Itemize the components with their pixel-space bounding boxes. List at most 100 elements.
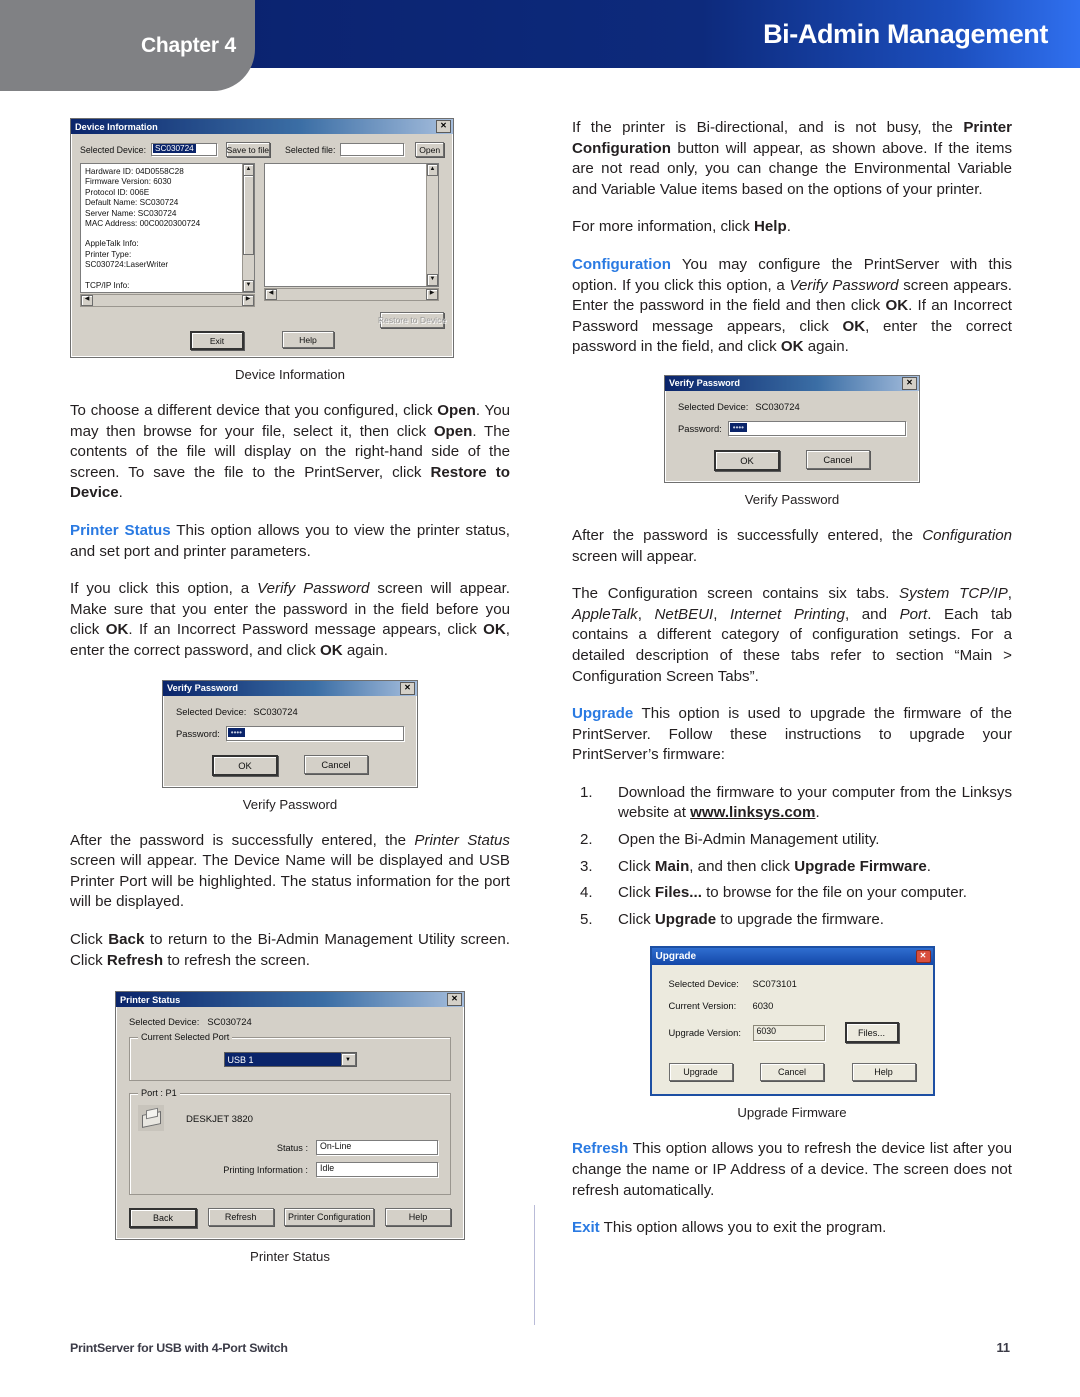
text-run: again.: [803, 338, 849, 356]
text-run: .: [786, 218, 791, 236]
scroll-down-icon[interactable]: ▼: [427, 274, 438, 286]
horizontal-scrollbar[interactable]: ◀ ▶: [80, 294, 255, 307]
help-button[interactable]: Help: [282, 331, 334, 348]
current-selected-port-group: Current Selected Port USB 1 ▼: [129, 1032, 451, 1082]
restore-to-device-button[interactable]: Restore to Device: [378, 312, 446, 328]
text-run: This option allows you to exit the progr…: [599, 1219, 887, 1237]
horizontal-scrollbar-right[interactable]: ◀ ▶: [264, 288, 439, 301]
selected-file-field[interactable]: [340, 143, 405, 156]
scroll-right-icon[interactable]: ▶: [242, 295, 254, 306]
scroll-thumb[interactable]: [243, 175, 254, 255]
printing-information-field: Idle: [316, 1162, 438, 1178]
scroll-up-icon[interactable]: ▲: [427, 164, 438, 176]
dialog-titlebar: Verify Password ✕: [163, 680, 417, 696]
verify-password-dialog-right[interactable]: Verify Password ✕ Selected Device: SC030…: [664, 374, 920, 483]
close-icon[interactable]: ✕: [915, 950, 931, 964]
verify-password-dialog-left[interactable]: Verify Password ✕ Selected Device: SC030…: [162, 679, 418, 788]
text-run: This option is used to upgrade the firmw…: [572, 705, 1012, 764]
linksys-website-link[interactable]: www.linksys.com: [690, 804, 815, 821]
files-button[interactable]: Files...: [844, 1022, 899, 1044]
footer-product-name: PrintServer for USB with 4-Port Switch: [70, 1341, 288, 1355]
save-to-file-button[interactable]: Save to file: [225, 142, 271, 157]
accent-term: Exit: [572, 1219, 600, 1237]
text-run-italic: System TCP/IP: [899, 585, 1008, 603]
text-run: .: [118, 484, 123, 502]
device-information-dialog[interactable]: Device Information ✕ Selected Device: SC…: [70, 118, 454, 358]
help-button[interactable]: Help: [384, 1208, 451, 1227]
scroll-down-icon[interactable]: ▼: [243, 280, 254, 292]
current-version-label: Current Version:: [668, 1000, 737, 1012]
info-line: Protocol ID: 006E: [85, 187, 150, 197]
text-run: Click: [618, 910, 655, 928]
printer-status-dialog[interactable]: Printer Status ✕ Selected Device: SC0307…: [115, 991, 465, 1241]
text-run: ,: [713, 605, 731, 623]
close-icon[interactable]: ✕: [447, 993, 462, 1007]
password-label: Password:: [176, 727, 220, 739]
column-divider: [534, 1205, 535, 1325]
refresh-button[interactable]: Refresh: [207, 1208, 274, 1227]
accent-term: Refresh: [572, 1140, 629, 1158]
password-field[interactable]: ••••: [727, 420, 906, 436]
device-info-listpane[interactable]: Hardware ID: 04D0558C28 Firmware Version…: [80, 163, 255, 293]
text-run-bold: Upgrade Firmware: [794, 857, 927, 875]
caption-verify-password-right: Verify Password: [744, 491, 840, 507]
close-icon[interactable]: ✕: [902, 376, 917, 390]
list-item: Open the Bi-Admin Management utility.: [572, 830, 1012, 851]
scroll-left-icon[interactable]: ◀: [265, 289, 277, 300]
close-icon[interactable]: ✕: [400, 681, 415, 695]
info-line: Printer Type:: [85, 249, 132, 259]
upgrade-dialog[interactable]: Upgrade ✕ Selected Device: SC073101 Curr…: [649, 946, 935, 1097]
scroll-right-icon[interactable]: ▶: [426, 289, 438, 300]
header-bar: Bi-Admin Management: [240, 0, 1080, 68]
vertical-scrollbar[interactable]: ▲ ▼: [242, 164, 254, 292]
upgrade-version-label: Upgrade Version:: [668, 1027, 741, 1039]
paragraph-open: To choose a different device that you co…: [70, 401, 510, 504]
ok-button[interactable]: OK: [714, 449, 780, 471]
exit-button[interactable]: Exit: [190, 331, 244, 350]
paragraph-exit: Exit This option allows you to exit the …: [572, 1218, 1012, 1239]
printer-configuration-button[interactable]: Printer Configuration: [284, 1208, 375, 1227]
selected-device-label: Selected Device:: [668, 978, 739, 990]
selected-file-listpane[interactable]: ▲ ▼: [264, 163, 439, 287]
vertical-scrollbar-right[interactable]: ▲ ▼: [426, 164, 438, 286]
current-version-value: 6030: [752, 1000, 774, 1012]
back-button[interactable]: Back: [129, 1208, 197, 1229]
chevron-down-icon[interactable]: ▼: [340, 1053, 356, 1067]
text-run: ,: [637, 605, 655, 623]
status-value: On-Line: [320, 1141, 352, 1152]
text-run: If the printer is Bi-directional, and is…: [572, 119, 964, 136]
upgrade-button[interactable]: Upgrade: [668, 1063, 733, 1082]
text-run-bold: Help: [754, 218, 787, 236]
selected-device-label: Selected Device:: [80, 144, 147, 155]
ok-button[interactable]: OK: [212, 754, 278, 776]
footer-page-number: 11: [996, 1340, 1010, 1355]
port-combo[interactable]: USB 1 ▼: [223, 1052, 357, 1068]
paragraph-after-password-right: After the password is successfully enter…: [572, 526, 1012, 567]
paragraph-help: For more information, click Help.: [572, 217, 1012, 238]
cancel-button[interactable]: Cancel: [806, 449, 870, 469]
text-run: To choose a different device that you co…: [70, 402, 438, 419]
caption-printer-status: Printer Status: [250, 1249, 330, 1265]
text-run: again.: [342, 641, 388, 659]
upgrade-version-value: 6030: [756, 1025, 777, 1036]
text-run-bold: Files...: [654, 884, 702, 902]
chapter-tab: Chapter 4: [0, 0, 255, 91]
info-line: Default Name: SC030724: [85, 198, 179, 208]
scroll-left-icon[interactable]: ◀: [81, 295, 93, 306]
help-button[interactable]: Help: [851, 1063, 916, 1082]
printing-information-value: Idle: [320, 1163, 335, 1174]
close-icon[interactable]: ✕: [436, 120, 451, 133]
text-run-bold: OK: [842, 317, 866, 335]
dialog-title: Device Information: [75, 121, 158, 132]
accent-term: Upgrade: [572, 705, 634, 723]
printer-icon: [138, 1105, 164, 1132]
text-run: Click: [618, 884, 655, 902]
cancel-button[interactable]: Cancel: [760, 1063, 824, 1082]
info-line: Server Name: SC030724: [85, 208, 177, 218]
cancel-button[interactable]: Cancel: [304, 754, 368, 774]
upgrade-version-field[interactable]: 6030: [752, 1024, 825, 1041]
text-run-italic: Verify Password: [257, 580, 370, 598]
password-field[interactable]: ••••: [225, 725, 404, 741]
selected-device-field[interactable]: SC030724: [151, 143, 217, 156]
open-button[interactable]: Open: [415, 142, 444, 157]
